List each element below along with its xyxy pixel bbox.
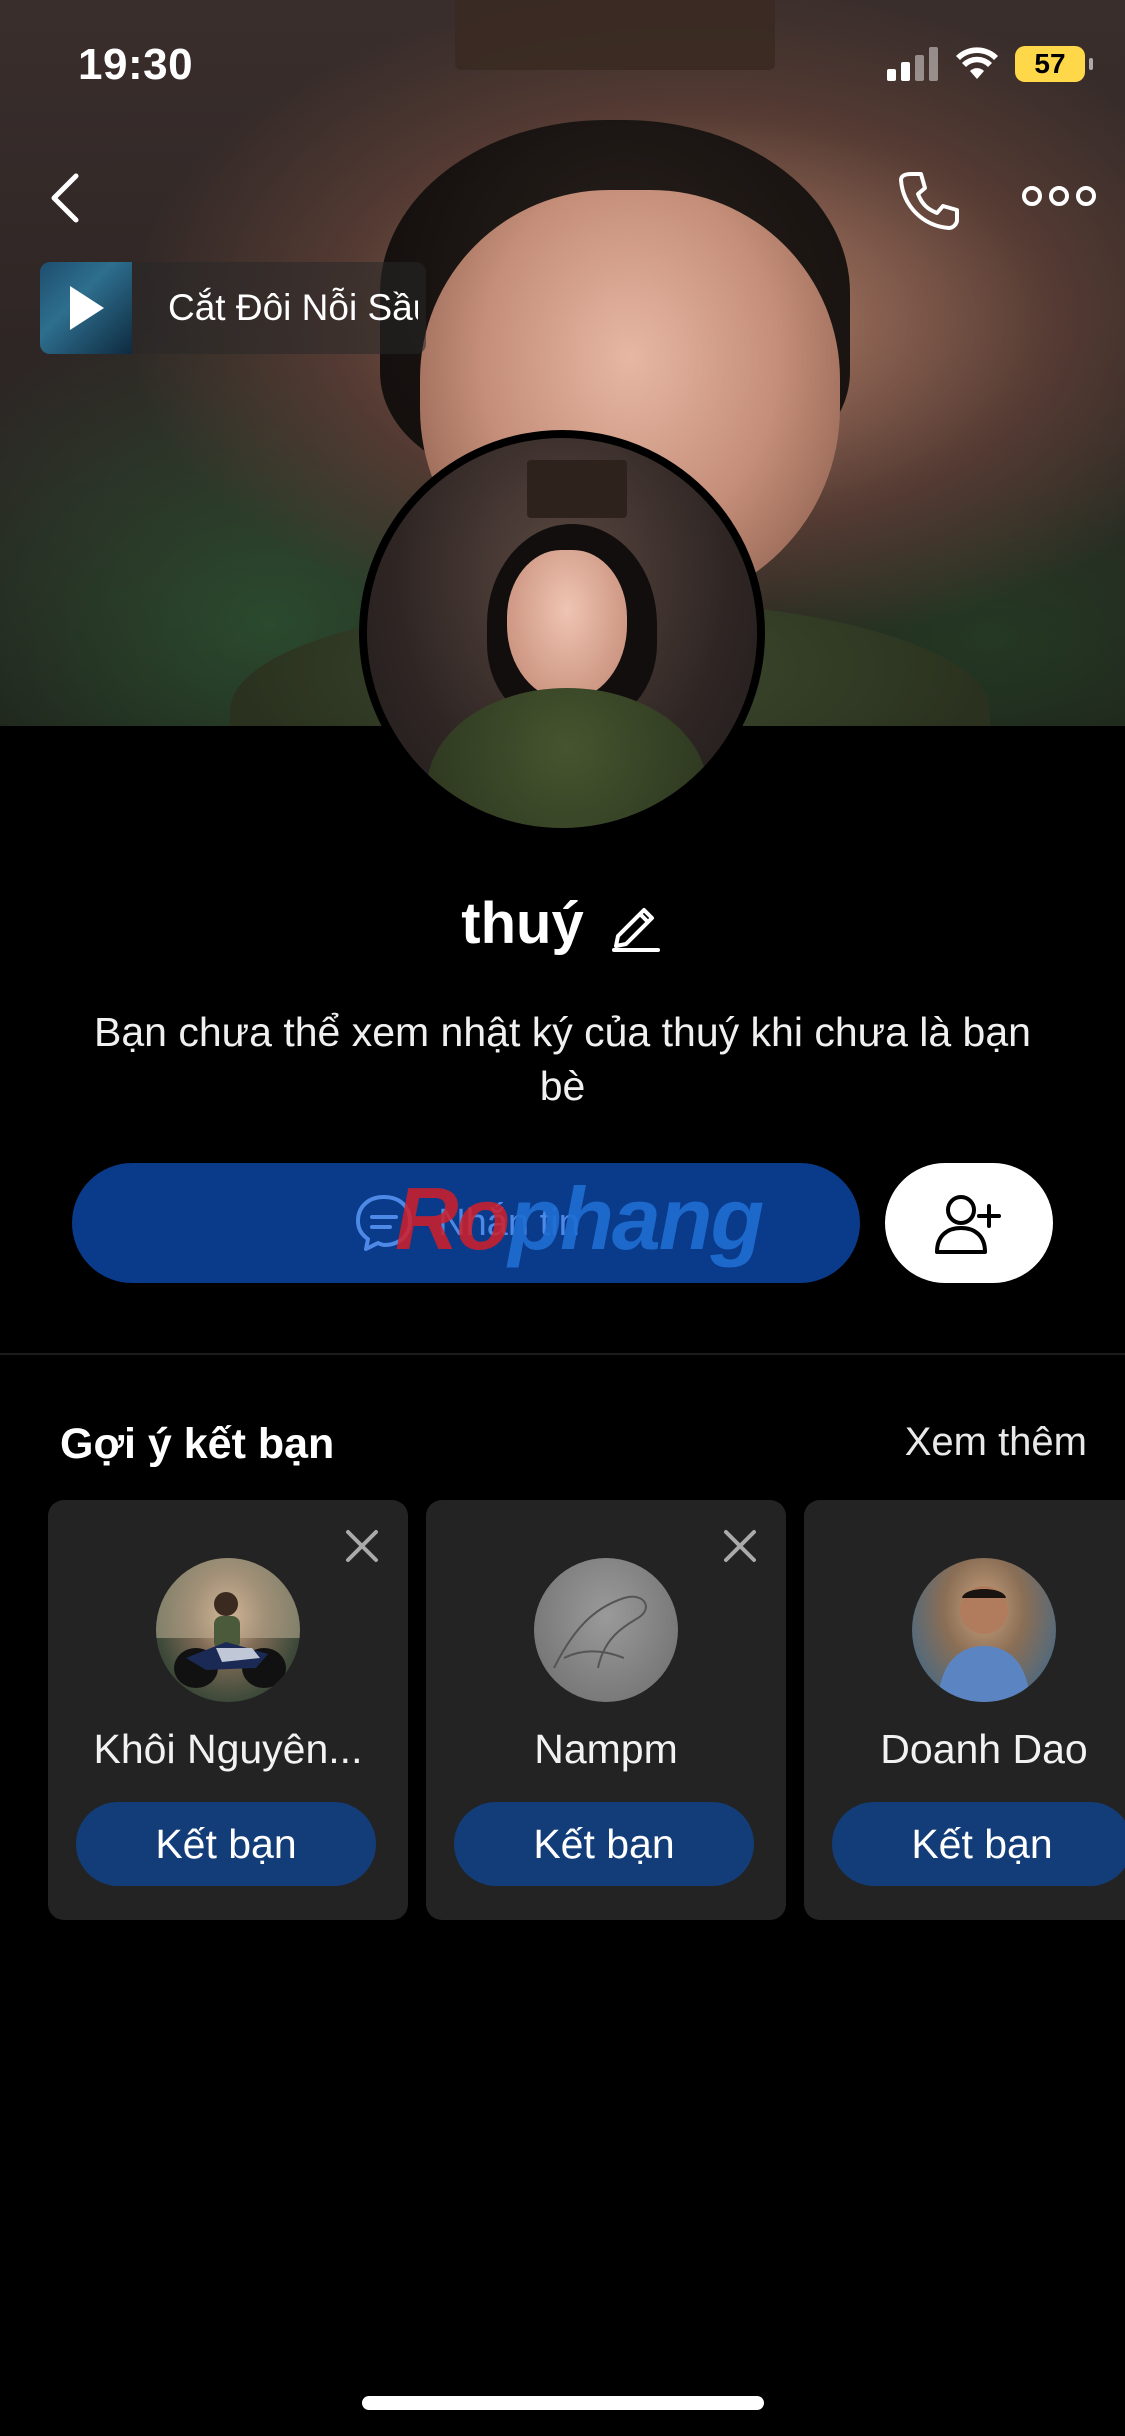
motorbike-illustration [156, 1558, 300, 1688]
message-button-label: Nhắn tin [438, 1201, 580, 1244]
avatar-bg-frame [527, 460, 627, 518]
suggestion-name: Doanh Dao [880, 1726, 1088, 1772]
status-icons: 57 [887, 46, 1093, 82]
avatar-body [427, 688, 707, 828]
suggestion-name: Nampm [534, 1726, 678, 1772]
phone-icon [899, 172, 959, 230]
chat-bubble-icon [356, 1195, 413, 1251]
close-icon[interactable] [722, 1528, 758, 1564]
see-more-link[interactable]: Xem thêm [905, 1420, 1087, 1465]
avatar-image [367, 438, 757, 828]
suggestion-card[interactable]: Khôi Nguyên... Kết bạn [48, 1500, 408, 1920]
section-divider [0, 1353, 1125, 1355]
chevron-left-icon [51, 173, 79, 223]
suggestion-avatar [156, 1558, 300, 1702]
cover-wall-frame [455, 0, 775, 70]
suggestion-avatar [912, 1558, 1056, 1702]
music-title: Cắt Đôi Nỗi Sầu [168, 287, 418, 328]
music-thumbnail [40, 262, 132, 354]
person-illustration [938, 1586, 1030, 1702]
avatar-face [507, 550, 627, 700]
back-button[interactable] [42, 168, 90, 228]
profile-name-row: thuý [0, 890, 1125, 957]
suggestion-avatar [534, 1558, 678, 1702]
add-friend-suggestion-button[interactable]: Kết bạn [454, 1802, 754, 1886]
close-icon[interactable] [344, 1528, 380, 1564]
profile-avatar[interactable] [359, 430, 765, 836]
suggestions-title: Gợi ý kết bạn [60, 1420, 335, 1468]
privacy-notice: Bạn chưa thể xem nhật ký của thuý khi ch… [94, 1009, 1031, 1109]
suggestion-name: Khôi Nguyên... [93, 1726, 363, 1772]
suggestion-card[interactable]: Doanh Dao Kết bạn [804, 1500, 1125, 1920]
add-user-icon [935, 1195, 1001, 1254]
more-horizontal-icon [1022, 186, 1096, 206]
battery-icon: 57 [1015, 46, 1093, 82]
message-button[interactable]: Nhắn tin [72, 1163, 860, 1283]
edit-pencil-icon[interactable] [608, 896, 664, 952]
profile-music-chip[interactable]: Cắt Đôi Nỗi Sầu [40, 262, 426, 354]
add-friend-button[interactable] [885, 1163, 1053, 1283]
more-options-button[interactable] [1022, 176, 1096, 216]
signal-icon [887, 47, 938, 81]
sketch-illustration [553, 1595, 647, 1669]
status-time: 19:30 [78, 40, 194, 89]
play-icon [70, 286, 104, 330]
call-button[interactable] [893, 166, 963, 236]
home-indicator [362, 2396, 764, 2410]
suggestion-card[interactable]: Nampm Kết bạn [426, 1500, 786, 1920]
add-friend-suggestion-button[interactable]: Kết bạn [76, 1802, 376, 1886]
wifi-icon [956, 47, 998, 79]
add-friend-suggestion-button[interactable]: Kết bạn [832, 1802, 1125, 1886]
profile-name: thuý [461, 891, 584, 956]
